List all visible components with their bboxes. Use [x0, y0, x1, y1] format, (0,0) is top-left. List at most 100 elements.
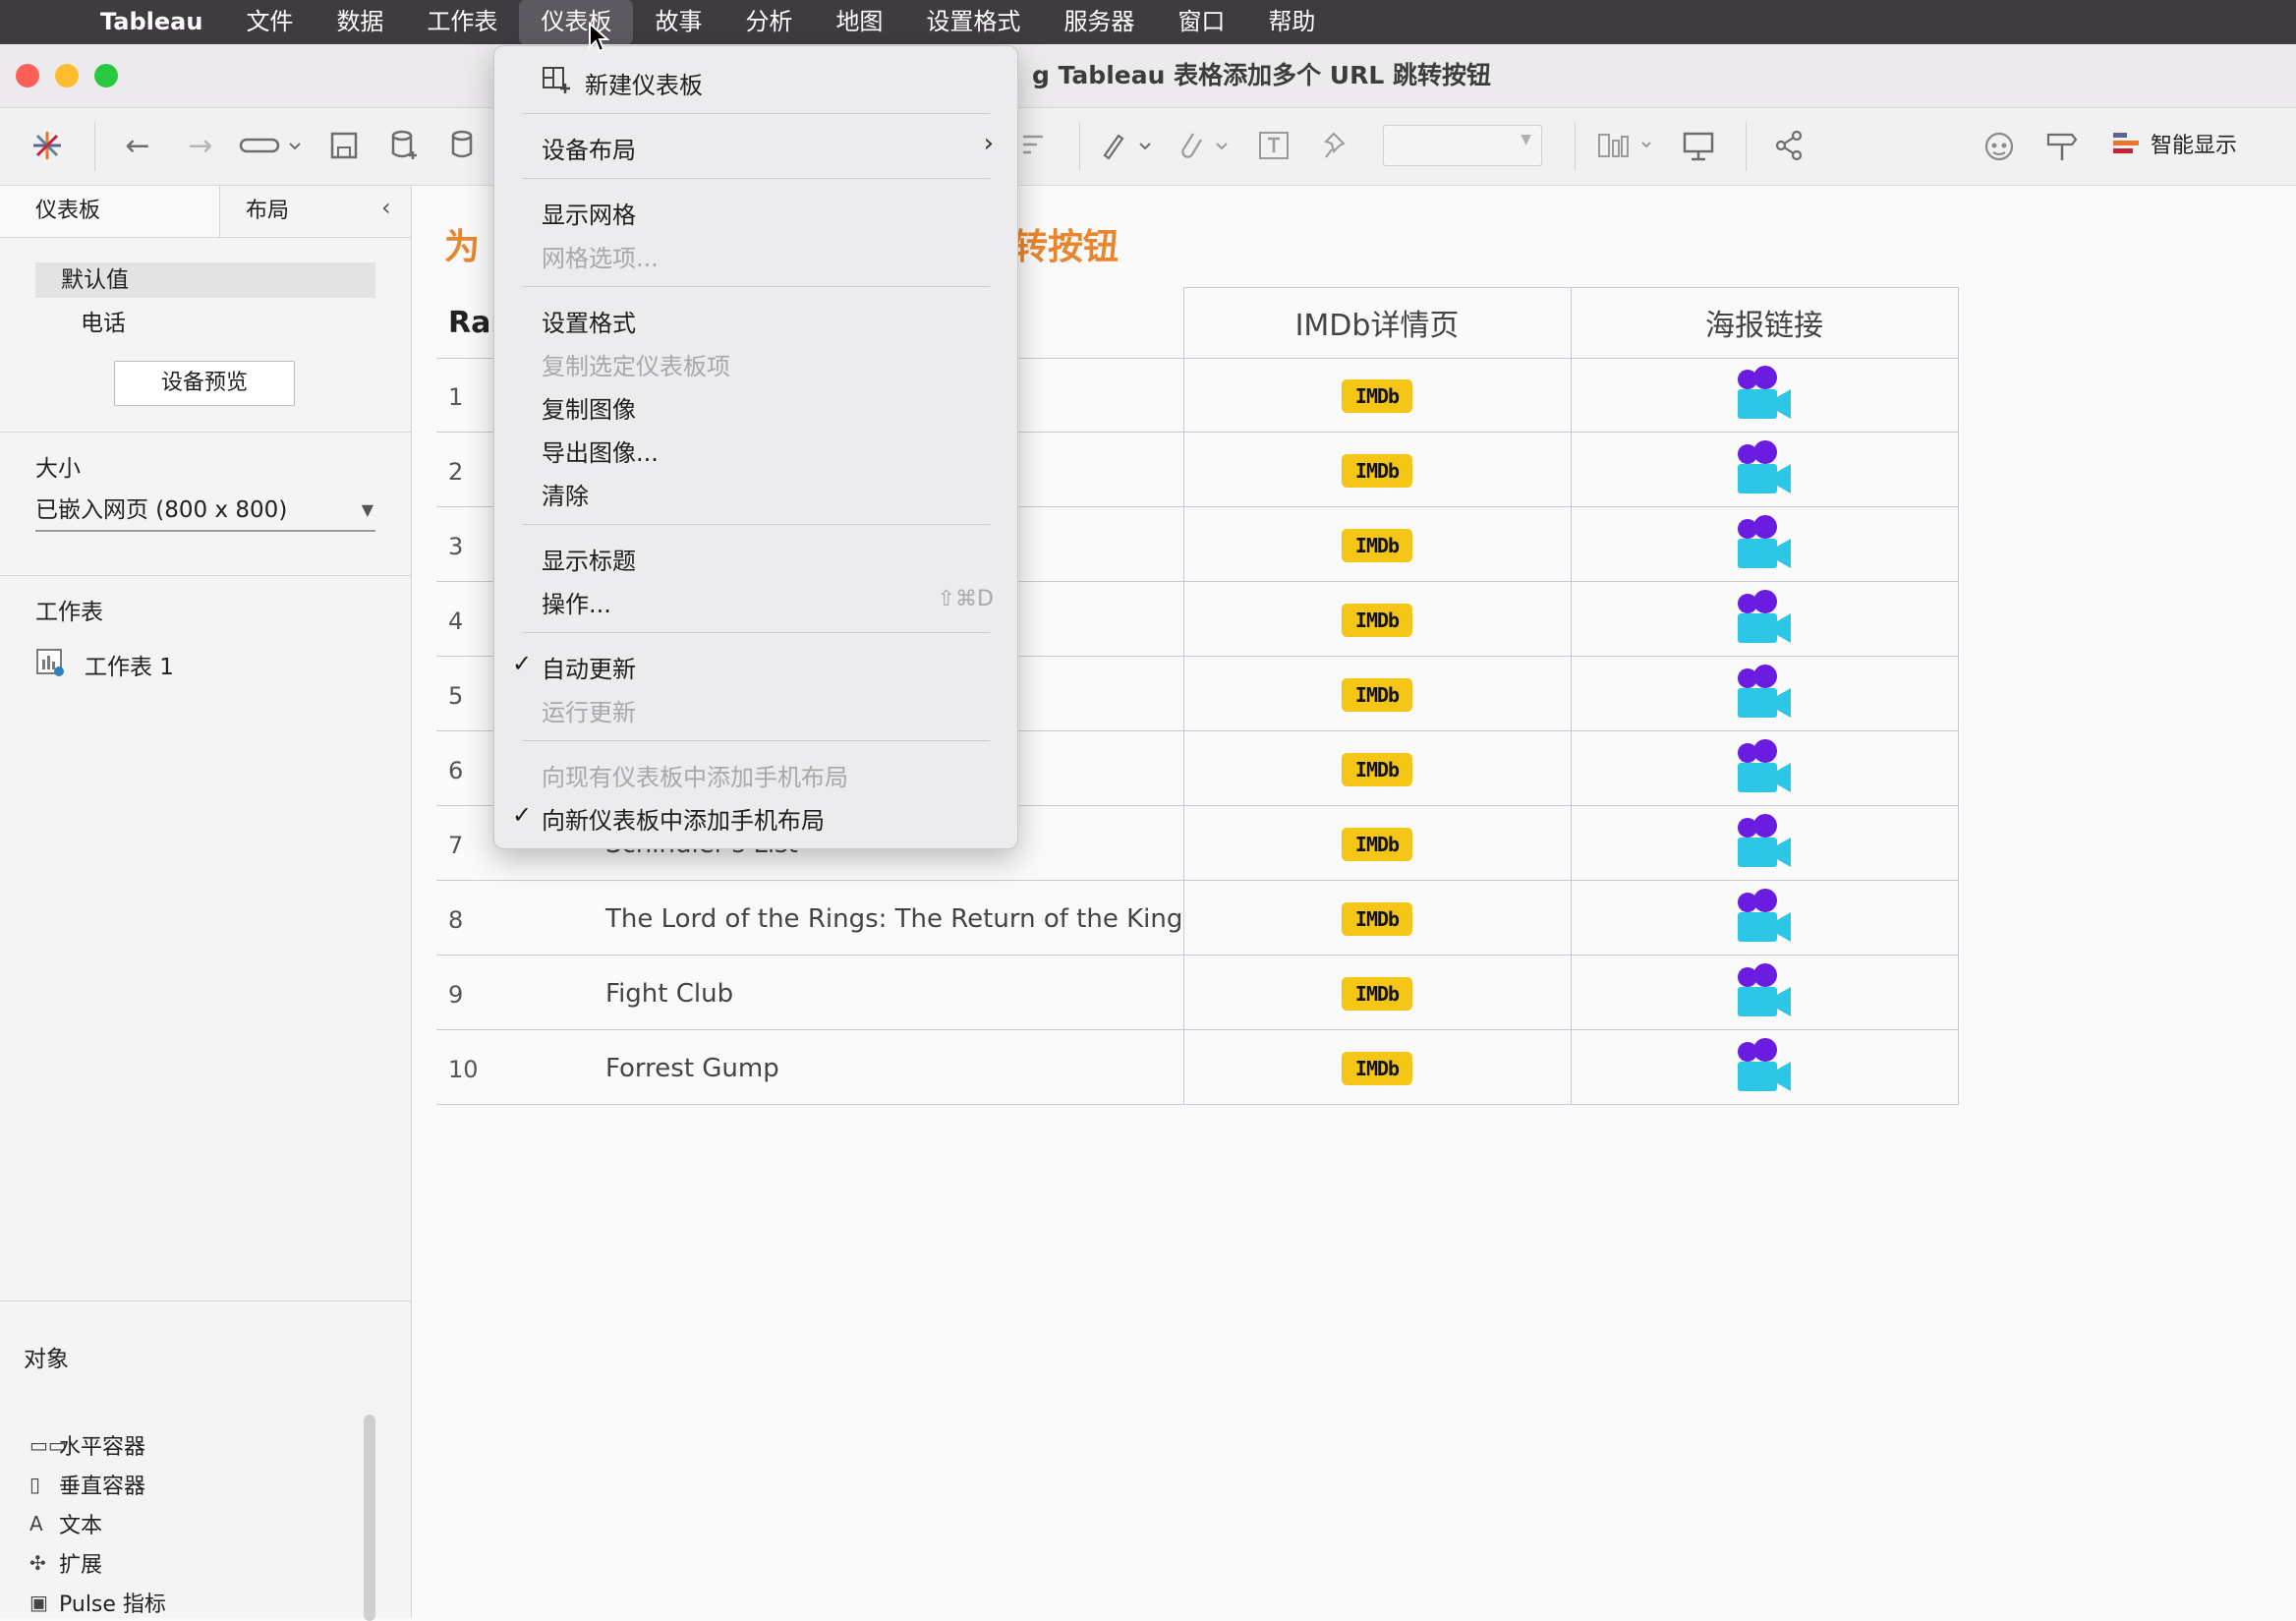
- data-flow-icon[interactable]: [236, 126, 305, 165]
- menu-file[interactable]: 文件: [224, 0, 315, 44]
- menu-export-image[interactable]: 导出图像...: [542, 434, 659, 468]
- menu-story[interactable]: 故事: [633, 0, 723, 44]
- imdb-link-button[interactable]: IMDb: [1342, 1052, 1412, 1085]
- tableau-logo-icon[interactable]: [28, 126, 67, 165]
- signpost-icon[interactable]: [2042, 126, 2082, 165]
- paperclip-icon[interactable]: [1174, 126, 1233, 165]
- title-cell: Fight Club: [605, 979, 734, 1009]
- rank-cell: 2: [448, 458, 464, 486]
- worksheet-item[interactable]: 工作表 1: [85, 648, 174, 681]
- objects-scrollbar[interactable]: [364, 1415, 375, 1621]
- device-default[interactable]: 默认值: [35, 262, 375, 298]
- collapse-pane-chevron-icon[interactable]: ‹: [381, 194, 391, 221]
- tab-dashboard[interactable]: 仪表板: [0, 186, 220, 237]
- menu-analysis[interactable]: 分析: [723, 0, 814, 44]
- show-cards-icon[interactable]: [1592, 126, 1661, 165]
- menu-device-layout[interactable]: 设备布局: [542, 131, 636, 165]
- imdb-link-button[interactable]: IMDb: [1342, 604, 1412, 637]
- pause-datasource-icon[interactable]: [446, 126, 482, 165]
- poster-camera-icon[interactable]: [1734, 590, 1795, 647]
- poster-camera-icon[interactable]: [1734, 665, 1795, 722]
- menu-clear[interactable]: 清除: [542, 477, 589, 511]
- poster-camera-icon[interactable]: [1734, 963, 1795, 1020]
- object-item[interactable]: ▣ Pulse 指标: [29, 1587, 166, 1618]
- dashboard-dropdown-menu: 新建仪表板 设备布局 › 显示网格 网格选项... 设置格式 复制选定仪表板项 …: [493, 45, 1018, 849]
- device-preview-button[interactable]: 设备预览: [114, 361, 295, 406]
- menu-app-tableau[interactable]: Tableau: [79, 0, 224, 44]
- pulse-metric-icon: ▣: [29, 1591, 48, 1614]
- menu-show-title[interactable]: 显示标题: [542, 542, 636, 576]
- close-window-button[interactable]: [16, 64, 39, 87]
- poster-camera-icon[interactable]: [1734, 440, 1795, 497]
- menu-actions[interactable]: 操作...: [542, 585, 611, 619]
- toolbar-divider: [1746, 122, 1747, 171]
- fit-dropdown[interactable]: ▼: [1382, 125, 1543, 166]
- menu-format[interactable]: 设置格式: [904, 0, 1042, 44]
- new-datasource-icon[interactable]: [385, 126, 425, 165]
- menu-separator: [522, 632, 990, 633]
- table-column-rule: [1958, 287, 1959, 1105]
- table-row: 8 The Lord of the Rings: The Return of th…: [436, 881, 1958, 955]
- object-item[interactable]: ▭▭ 水平容器: [29, 1429, 145, 1461]
- menu-run-update: 运行更新: [542, 699, 636, 726]
- show-me-button[interactable]: 智能显示: [2111, 128, 2237, 159]
- vertical-container-icon: ▯: [29, 1473, 41, 1496]
- device-phone[interactable]: 电话: [81, 304, 126, 337]
- menu-map[interactable]: 地图: [814, 0, 904, 44]
- checkmark-icon: ✓: [512, 801, 533, 829]
- size-select[interactable]: 已嵌入网页 (800 x 800) ▼: [35, 492, 375, 532]
- undo-arrow-icon[interactable]: ←: [116, 126, 159, 165]
- imdb-link-button[interactable]: IMDb: [1342, 828, 1412, 861]
- menu-show-grid[interactable]: 显示网格: [542, 196, 636, 230]
- save-icon[interactable]: [324, 126, 364, 165]
- menu-dashboard[interactable]: 仪表板: [519, 0, 634, 44]
- rank-cell: 5: [448, 682, 464, 710]
- imdb-link-button[interactable]: IMDb: [1342, 529, 1412, 562]
- menu-copy-image[interactable]: 复制图像: [542, 390, 636, 425]
- minimize-window-button[interactable]: [55, 64, 79, 87]
- object-item[interactable]: A 文本: [29, 1508, 102, 1539]
- horizontal-container-icon: ▭▭: [29, 1433, 67, 1457]
- menu-format[interactable]: 设置格式: [542, 304, 636, 338]
- rank-cell: 7: [448, 832, 464, 859]
- chevron-down-icon: ▼: [361, 500, 373, 519]
- pin-icon[interactable]: [1317, 126, 1356, 165]
- menu-auto-update[interactable]: 自动更新: [542, 650, 636, 684]
- sort-icon[interactable]: [1016, 126, 1050, 165]
- imdb-link-button[interactable]: IMDb: [1342, 379, 1412, 413]
- table-row: 10 Forrest Gump IMDb: [436, 1030, 1958, 1105]
- rank-cell: 9: [448, 981, 464, 1009]
- poster-camera-icon[interactable]: [1734, 515, 1795, 572]
- imdb-link-button[interactable]: IMDb: [1342, 977, 1412, 1011]
- share-icon[interactable]: [1769, 126, 1808, 165]
- label-text-icon[interactable]: [1254, 126, 1293, 165]
- einstein-ai-icon[interactable]: [1980, 126, 2019, 165]
- redo-arrow-icon[interactable]: →: [179, 126, 222, 165]
- poster-camera-icon[interactable]: [1734, 889, 1795, 946]
- extension-icon: ✣: [29, 1551, 46, 1575]
- zoom-window-button[interactable]: [94, 64, 118, 87]
- menu-data[interactable]: 数据: [315, 0, 405, 44]
- imdb-link-button[interactable]: IMDb: [1342, 454, 1412, 488]
- poster-camera-icon[interactable]: [1734, 1038, 1795, 1095]
- highlight-pen-icon[interactable]: [1097, 126, 1156, 165]
- menu-new-dashboard[interactable]: 新建仪表板: [585, 66, 703, 100]
- menu-add-phone-layout-new[interactable]: 向新仪表板中添加手机布局: [542, 801, 825, 836]
- poster-camera-icon[interactable]: [1734, 739, 1795, 796]
- toolbar: ← → ▼ 智能显示: [0, 108, 2296, 186]
- poster-camera-icon[interactable]: [1734, 814, 1795, 871]
- menu-worksheet[interactable]: 工作表: [405, 0, 519, 44]
- poster-camera-icon[interactable]: [1734, 366, 1795, 423]
- object-item[interactable]: ✣ 扩展: [29, 1547, 102, 1579]
- presentation-mode-icon[interactable]: [1679, 126, 1718, 165]
- menu-server[interactable]: 服务器: [1042, 0, 1156, 44]
- menu-separator: [522, 178, 990, 179]
- table-row-rule: [436, 1104, 1958, 1105]
- object-item[interactable]: ▯ 垂直容器: [29, 1469, 145, 1500]
- imdb-link-button[interactable]: IMDb: [1342, 753, 1412, 786]
- menu-window[interactable]: 窗口: [1156, 0, 1246, 44]
- worksheets-label: 工作表: [35, 600, 103, 625]
- menu-help[interactable]: 帮助: [1246, 0, 1337, 44]
- imdb-link-button[interactable]: IMDb: [1342, 678, 1412, 712]
- imdb-link-button[interactable]: IMDb: [1342, 902, 1412, 936]
